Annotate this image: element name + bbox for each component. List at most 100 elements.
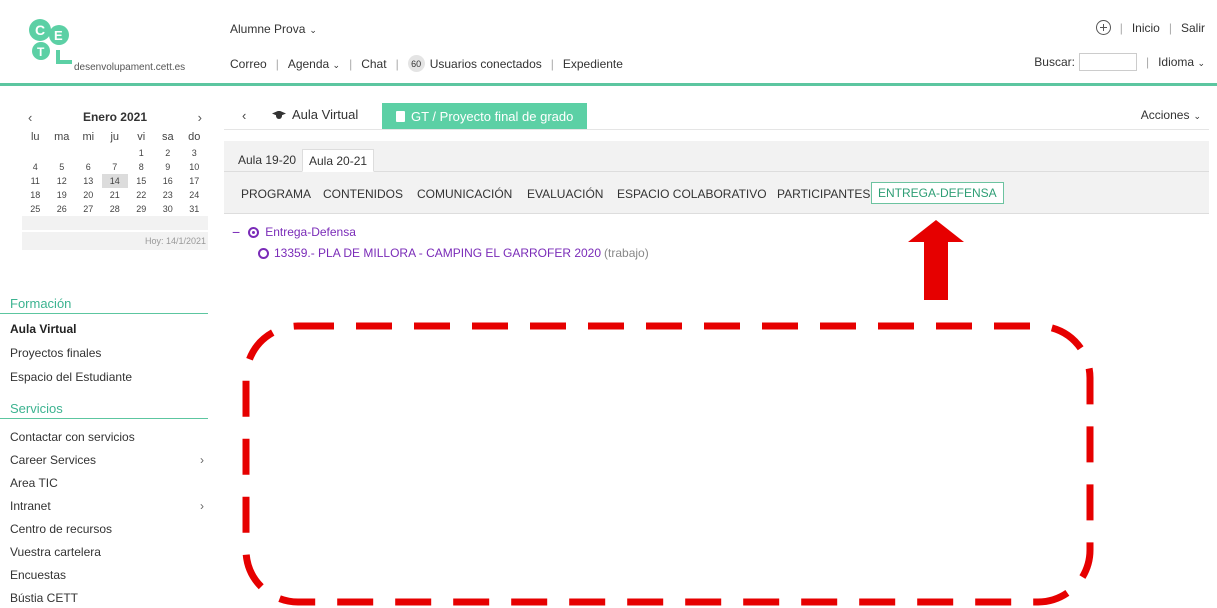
calendar-next-button[interactable]: › [198, 110, 202, 125]
calendar-day[interactable]: 23 [155, 188, 182, 202]
calendar-day[interactable]: 7 [102, 160, 129, 174]
radio-selected-icon [248, 226, 260, 238]
calendar-day[interactable]: 3 [181, 146, 208, 160]
calendar-day[interactable]: 6 [75, 160, 102, 174]
calendar-day[interactable]: 28 [102, 202, 129, 216]
calendar-day[interactable]: 19 [49, 188, 76, 202]
calendar-month: Enero 2021 [82, 110, 148, 124]
sidebar-item-intranet[interactable]: Intranet › [10, 499, 204, 513]
tree-item-assignment[interactable]: 13359.- PLA DE MILLORA - CAMPING EL GARR… [258, 246, 649, 260]
calendar-day[interactable]: 31 [181, 202, 208, 216]
tab-aula-19-20[interactable]: Aula 19-20 [232, 149, 302, 172]
sidebar-item-label: Centro de recursos [10, 522, 113, 536]
sidebar-item-centro-recursos[interactable]: Centro de recursos [10, 522, 204, 536]
section-tabs: PROGRAMA CONTENIDOS COMUNICACIÓN EVALUAC… [224, 172, 1209, 214]
calendar-day[interactable]: 14 [101, 174, 128, 188]
calendar-day[interactable]: 17 [181, 174, 208, 188]
tab-evaluacion[interactable]: EVALUACIÓN [527, 184, 603, 204]
sidebar-item-proyectos-finales[interactable]: Proyectos finales [10, 346, 204, 360]
tree-root-entrega-defensa[interactable]: − Entrega-Defensa [232, 224, 649, 240]
add-circle-icon[interactable] [1095, 20, 1111, 35]
svg-text:E: E [54, 28, 63, 43]
calendar-day[interactable]: 2 [155, 146, 182, 160]
search-label: Buscar: [1034, 55, 1075, 69]
calendar-today[interactable]: Hoy: 14/1/2021 [22, 232, 208, 250]
calendar-day[interactable]: 9 [155, 160, 182, 174]
sidebar-item-career-services[interactable]: Career Services › [10, 453, 204, 467]
section-servicios: Servicios [0, 401, 208, 419]
sidebar-item-label: Vuestra cartelera [10, 545, 101, 559]
salir-link[interactable]: Salir [1181, 21, 1205, 35]
tree-item-label[interactable]: 13359.- PLA DE MILLORA - CAMPING EL GARR… [274, 246, 601, 260]
tab-programa[interactable]: PROGRAMA [241, 184, 311, 204]
sidebar-item-label: Contactar con servicios [10, 430, 135, 444]
nav-expediente[interactable]: Expediente [563, 57, 623, 71]
sidebar-item-contactar[interactable]: Contactar con servicios [10, 430, 204, 444]
nav-agenda[interactable]: Agenda ⌄ [288, 57, 340, 71]
sidebar-item-aula-virtual[interactable]: Aula Virtual [10, 322, 204, 336]
radio-empty-icon [258, 247, 269, 259]
breadcrumb-course[interactable]: GT / Proyecto final de grado [382, 103, 588, 129]
svg-text:T: T [37, 45, 45, 59]
separator: | [275, 56, 279, 71]
acciones-menu[interactable]: Acciones ⌄ [1141, 108, 1201, 122]
book-icon [396, 110, 405, 122]
annotation-arrow-up-icon [908, 220, 964, 300]
search-input[interactable] [1078, 53, 1137, 71]
sidebar-item-cartelera[interactable]: Vuestra cartelera [10, 545, 204, 559]
nav-chat[interactable]: Chat [361, 57, 386, 71]
calendar-day[interactable]: 13 [75, 174, 102, 188]
calendar-day[interactable]: 26 [49, 202, 76, 216]
calendar-day[interactable]: 22 [128, 188, 155, 202]
calendar-day[interactable]: 8 [128, 160, 155, 174]
sidebar-item-area-tic[interactable]: Area TIC [10, 476, 204, 490]
sidebar-item-espacio-estudiante[interactable]: Espacio del Estudiante [10, 370, 204, 384]
nav-usuarios-conectados[interactable]: 60 Usuarios conectados [407, 55, 542, 72]
calendar-day[interactable]: 11 [22, 174, 49, 188]
calendar-day[interactable]: 25 [22, 202, 49, 216]
collapse-icon[interactable]: − [232, 224, 240, 240]
inicio-link[interactable]: Inicio [1132, 21, 1160, 35]
separator: | [550, 56, 554, 71]
calendar-day[interactable]: 16 [155, 174, 182, 188]
calendar-day[interactable]: 24 [181, 188, 208, 202]
breadcrumb-aula-virtual[interactable]: Aula Virtual [272, 107, 358, 122]
calendar-day[interactable]: 1 [128, 146, 155, 160]
tab-aula-20-21[interactable]: Aula 20-21 [302, 149, 375, 172]
calendar-day[interactable]: 18 [22, 188, 49, 202]
back-button[interactable]: ‹ [242, 108, 246, 123]
sidebar-item-label: Proyectos finales [10, 346, 102, 360]
calendar-day[interactable]: 5 [49, 160, 76, 174]
year-tabs: Aula 19-20 Aula 20-21 [224, 141, 1209, 172]
sidebar-item-label: Espacio del Estudiante [10, 370, 133, 384]
user-menu[interactable]: Alumne Prova ⌄ [230, 22, 317, 36]
calendar-day[interactable]: 10 [181, 160, 208, 174]
calendar-day[interactable]: 4 [22, 160, 49, 174]
calendar-header: ‹ Enero 2021 › [22, 108, 208, 126]
calendar-day[interactable]: 15 [128, 174, 155, 188]
cett-logo[interactable]: C E T desenvolupament.cett.es [28, 18, 228, 80]
calendar-day[interactable]: 30 [155, 202, 182, 216]
nav-correo[interactable]: Correo [230, 57, 267, 71]
tab-entrega-defensa[interactable]: ENTREGA-DEFENSA [871, 182, 1004, 204]
calendar-day[interactable]: 20 [75, 188, 102, 202]
calendar-weekday: sa [161, 131, 174, 143]
sidebar-item-label: Bústia CETT [10, 591, 79, 605]
calendar-prev-button[interactable]: ‹ [28, 110, 32, 125]
tab-espacio-colaborativo[interactable]: ESPACIO COLABORATIVO [617, 184, 767, 204]
calendar-day[interactable]: 27 [75, 202, 102, 216]
calendar-day[interactable]: 21 [102, 188, 129, 202]
separator: | [349, 56, 353, 71]
calendar-day[interactable]: 29 [128, 202, 155, 216]
user-name: Alumne Prova [230, 22, 306, 36]
sidebar-item-encuestas[interactable]: Encuestas [10, 568, 204, 582]
calendar-empty-cell [102, 146, 129, 160]
breadcrumb-aula-label: Aula Virtual [292, 107, 359, 122]
calendar-day[interactable]: 12 [49, 174, 76, 188]
tab-contenidos[interactable]: CONTENIDOS [323, 184, 403, 204]
sidebar-item-bustia[interactable]: Bústia CETT [10, 591, 204, 605]
tab-participantes[interactable]: PARTICIPANTES [777, 184, 870, 204]
tab-comunicacion[interactable]: COMUNICACIÓN [417, 184, 512, 204]
calendar-empty-cell [75, 146, 102, 160]
idioma-menu[interactable]: Idioma ⌄ [1158, 55, 1205, 69]
